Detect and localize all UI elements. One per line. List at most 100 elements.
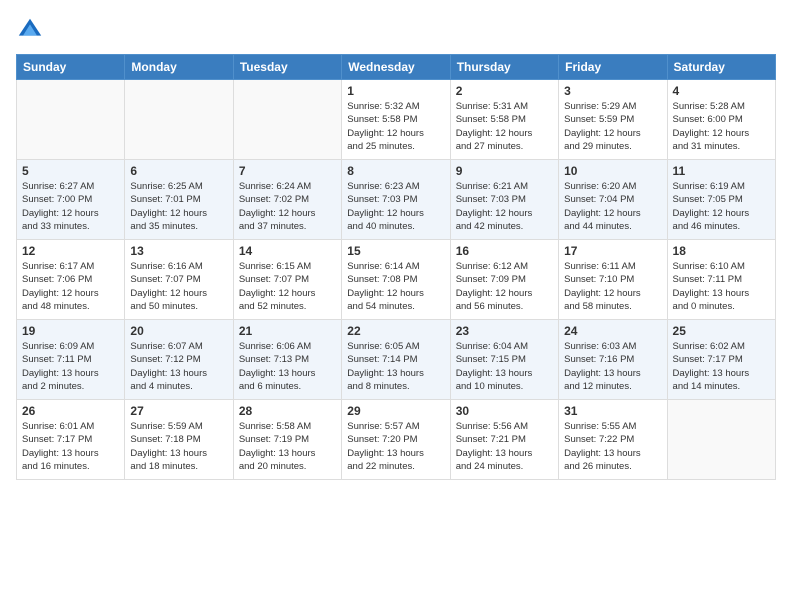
calendar-cell: 15 Sunrise: 6:14 AM Sunset: 7:08 PM Dayli…: [342, 240, 450, 320]
day-info: Sunrise: 5:55 AM Sunset: 7:22 PM Dayligh…: [564, 420, 661, 473]
weekday-header: Friday: [559, 55, 667, 80]
calendar-cell: 21Sunrise: 6:06 AM Sunset: 7:13 PM Dayli…: [233, 320, 341, 400]
day-info: Sunrise: 5:56 AM Sunset: 7:21 PM Dayligh…: [456, 420, 553, 473]
calendar-cell: 23 Sunrise: 6:04 AM Sunset: 7:15 PM Dayli…: [450, 320, 558, 400]
calendar-cell: 20 Sunrise: 6:07 AM Sunset: 7:12 PM Dayli…: [125, 320, 233, 400]
weekday-header: Wednesday: [342, 55, 450, 80]
day-info: Sunrise: 6:02 AM Sunset: 7:17 PM Dayligh…: [673, 340, 770, 393]
calendar-cell: 19 Sunrise: 6:09 AM Sunset: 7:11 PM Dayli…: [17, 320, 125, 400]
calendar-cell: 7 Sunrise: 6:24 AM Sunset: 7:02 PM Daylig…: [233, 160, 341, 240]
day-info: Sunrise: 5:28 AM Sunset: 6:00 PM Dayligh…: [673, 100, 770, 153]
day-info: Sunrise: 6:07 AM Sunset: 7:12 PM Dayligh…: [130, 340, 227, 393]
weekday-header: Monday: [125, 55, 233, 80]
calendar-cell: 13 Sunrise: 6:16 AM Sunset: 7:07 PM Dayli…: [125, 240, 233, 320]
calendar-cell: 8 Sunrise: 6:23 AM Sunset: 7:03 PM Daylig…: [342, 160, 450, 240]
calendar-cell: 26 Sunrise: 6:01 AM Sunset: 7:17 PM Dayli…: [17, 400, 125, 480]
day-info: Sunrise: 6:04 AM Sunset: 7:15 PM Dayligh…: [456, 340, 553, 393]
day-info: Sunrise: 6:14 AM Sunset: 7:08 PM Dayligh…: [347, 260, 444, 313]
calendar-cell: 1Sunrise: 5:32 AM Sunset: 5:58 PM Daylig…: [342, 80, 450, 160]
day-info: Sunrise: 6:19 AM Sunset: 7:05 PM Dayligh…: [673, 180, 770, 233]
logo: [16, 16, 48, 44]
calendar: SundayMondayTuesdayWednesdayThursdayFrid…: [16, 54, 776, 480]
day-info: Sunrise: 6:17 AM Sunset: 7:06 PM Dayligh…: [22, 260, 119, 313]
day-info: Sunrise: 6:03 AM Sunset: 7:16 PM Dayligh…: [564, 340, 661, 393]
calendar-body: 1Sunrise: 5:32 AM Sunset: 5:58 PM Daylig…: [17, 80, 776, 480]
day-info: Sunrise: 6:15 AM Sunset: 7:07 PM Dayligh…: [239, 260, 336, 313]
day-info: Sunrise: 6:05 AM Sunset: 7:14 PM Dayligh…: [347, 340, 444, 393]
calendar-cell: 24 Sunrise: 6:03 AM Sunset: 7:16 PM Dayli…: [559, 320, 667, 400]
day-info: Sunrise: 5:59 AM Sunset: 7:18 PM Dayligh…: [130, 420, 227, 473]
day-info: Sunrise: 6:01 AM Sunset: 7:17 PM Dayligh…: [22, 420, 119, 473]
day-number: 8: [347, 164, 444, 178]
day-number: 7: [239, 164, 336, 178]
calendar-week-row: 19 Sunrise: 6:09 AM Sunset: 7:11 PM Dayli…: [17, 320, 776, 400]
calendar-week-row: 1Sunrise: 5:32 AM Sunset: 5:58 PM Daylig…: [17, 80, 776, 160]
calendar-cell: 29Sunrise: 5:57 AM Sunset: 7:20 PM Dayli…: [342, 400, 450, 480]
day-info: Sunrise: 6:09 AM Sunset: 7:11 PM Dayligh…: [22, 340, 119, 393]
calendar-cell: 12Sunrise: 6:17 AM Sunset: 7:06 PM Dayli…: [17, 240, 125, 320]
calendar-cell: [233, 80, 341, 160]
day-number: 1: [347, 84, 444, 98]
day-number: 2: [456, 84, 553, 98]
day-info: Sunrise: 6:16 AM Sunset: 7:07 PM Dayligh…: [130, 260, 227, 313]
day-number: 11: [673, 164, 770, 178]
calendar-cell: 28Sunrise: 5:58 AM Sunset: 7:19 PM Dayli…: [233, 400, 341, 480]
calendar-header: SundayMondayTuesdayWednesdayThursdayFrid…: [17, 55, 776, 80]
day-number: 24: [564, 324, 661, 338]
day-number: 9: [456, 164, 553, 178]
calendar-cell: 4 Sunrise: 5:28 AM Sunset: 6:00 PM Daylig…: [667, 80, 775, 160]
calendar-cell: 31 Sunrise: 5:55 AM Sunset: 7:22 PM Dayli…: [559, 400, 667, 480]
day-info: Sunrise: 5:29 AM Sunset: 5:59 PM Dayligh…: [564, 100, 661, 153]
day-number: 16: [456, 244, 553, 258]
calendar-cell: 17 Sunrise: 6:11 AM Sunset: 7:10 PM Dayli…: [559, 240, 667, 320]
day-number: 23: [456, 324, 553, 338]
calendar-cell: 3 Sunrise: 5:29 AM Sunset: 5:59 PM Daylig…: [559, 80, 667, 160]
day-number: 15: [347, 244, 444, 258]
day-number: 20: [130, 324, 227, 338]
day-number: 19: [22, 324, 119, 338]
day-number: 10: [564, 164, 661, 178]
weekday-header: Sunday: [17, 55, 125, 80]
calendar-cell: 11 Sunrise: 6:19 AM Sunset: 7:05 PM Dayli…: [667, 160, 775, 240]
calendar-cell: [17, 80, 125, 160]
calendar-cell: 6Sunrise: 6:25 AM Sunset: 7:01 PM Daylig…: [125, 160, 233, 240]
day-info: Sunrise: 6:27 AM Sunset: 7:00 PM Dayligh…: [22, 180, 119, 233]
weekday-header: Thursday: [450, 55, 558, 80]
header: [16, 16, 776, 44]
day-number: 26: [22, 404, 119, 418]
day-info: Sunrise: 6:11 AM Sunset: 7:10 PM Dayligh…: [564, 260, 661, 313]
weekday-header: Saturday: [667, 55, 775, 80]
calendar-cell: 27 Sunrise: 5:59 AM Sunset: 7:18 PM Dayli…: [125, 400, 233, 480]
calendar-cell: 25 Sunrise: 6:02 AM Sunset: 7:17 PM Dayli…: [667, 320, 775, 400]
day-number: 21: [239, 324, 336, 338]
day-number: 3: [564, 84, 661, 98]
day-number: 4: [673, 84, 770, 98]
day-number: 31: [564, 404, 661, 418]
calendar-cell: 2 Sunrise: 5:31 AM Sunset: 5:58 PM Daylig…: [450, 80, 558, 160]
day-info: Sunrise: 6:25 AM Sunset: 7:01 PM Dayligh…: [130, 180, 227, 233]
calendar-cell: 5Sunrise: 6:27 AM Sunset: 7:00 PM Daylig…: [17, 160, 125, 240]
day-number: 27: [130, 404, 227, 418]
day-number: 28: [239, 404, 336, 418]
day-number: 18: [673, 244, 770, 258]
day-number: 30: [456, 404, 553, 418]
day-info: Sunrise: 6:10 AM Sunset: 7:11 PM Dayligh…: [673, 260, 770, 313]
day-number: 25: [673, 324, 770, 338]
day-number: 14: [239, 244, 336, 258]
calendar-cell: [667, 400, 775, 480]
calendar-cell: 22Sunrise: 6:05 AM Sunset: 7:14 PM Dayli…: [342, 320, 450, 400]
calendar-week-row: 5Sunrise: 6:27 AM Sunset: 7:00 PM Daylig…: [17, 160, 776, 240]
weekday-row: SundayMondayTuesdayWednesdayThursdayFrid…: [17, 55, 776, 80]
day-info: Sunrise: 5:31 AM Sunset: 5:58 PM Dayligh…: [456, 100, 553, 153]
calendar-cell: 30 Sunrise: 5:56 AM Sunset: 7:21 PM Dayli…: [450, 400, 558, 480]
day-info: Sunrise: 6:24 AM Sunset: 7:02 PM Dayligh…: [239, 180, 336, 233]
day-info: Sunrise: 6:12 AM Sunset: 7:09 PM Dayligh…: [456, 260, 553, 313]
logo-icon: [16, 16, 44, 44]
day-info: Sunrise: 6:23 AM Sunset: 7:03 PM Dayligh…: [347, 180, 444, 233]
day-info: Sunrise: 6:21 AM Sunset: 7:03 PM Dayligh…: [456, 180, 553, 233]
calendar-week-row: 12Sunrise: 6:17 AM Sunset: 7:06 PM Dayli…: [17, 240, 776, 320]
day-number: 17: [564, 244, 661, 258]
day-info: Sunrise: 6:20 AM Sunset: 7:04 PM Dayligh…: [564, 180, 661, 233]
day-number: 13: [130, 244, 227, 258]
calendar-cell: 9 Sunrise: 6:21 AM Sunset: 7:03 PM Daylig…: [450, 160, 558, 240]
